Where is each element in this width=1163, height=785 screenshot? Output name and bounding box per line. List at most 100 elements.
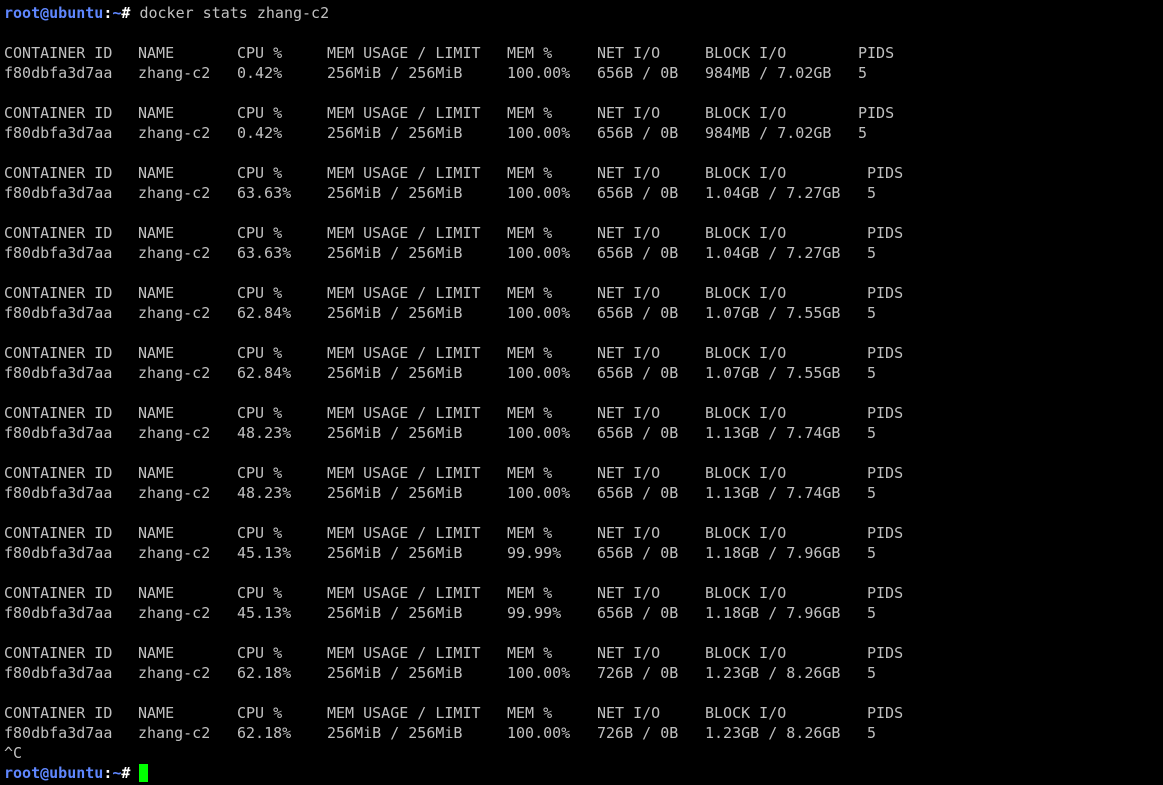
header-mem-pct: MEM % xyxy=(507,704,553,722)
header-pids: PIDS xyxy=(867,404,904,422)
cell-pids: 5 xyxy=(867,604,877,622)
prompt-user-host: root@ubuntu xyxy=(4,4,104,22)
header-cpu: CPU % xyxy=(237,644,283,662)
cell-net-io: 656B / 0B xyxy=(597,244,679,262)
header-container-id: CONTAINER ID xyxy=(4,284,113,302)
header-pids: PIDS xyxy=(858,44,895,62)
header-name: NAME xyxy=(138,104,175,122)
header-mem-pct: MEM % xyxy=(507,584,553,602)
header-pids: PIDS xyxy=(867,464,904,482)
stats-data-row: f80dbfa3d7aa zhang-c2 63.63% 256MiB / 256Mi… xyxy=(4,243,1163,263)
cell-net-io: 656B / 0B xyxy=(597,364,679,382)
cell-pids: 5 xyxy=(867,184,877,202)
header-net-io: NET I/O xyxy=(597,284,661,302)
header-pids: PIDS xyxy=(867,584,904,602)
cell-cpu: 62.18% xyxy=(237,724,292,742)
cell-net-io: 656B / 0B xyxy=(597,544,679,562)
cell-block-io: 1.07GB / 7.55GB xyxy=(705,364,841,382)
header-block-io: BLOCK I/O xyxy=(705,524,787,542)
cell-cpu: 62.18% xyxy=(237,664,292,682)
cell-name: zhang-c2 xyxy=(138,544,211,562)
stats-header-row: CONTAINER ID NAME CPU % MEM USAGE / LIMIT ME… xyxy=(4,343,1163,363)
header-block-io: BLOCK I/O xyxy=(705,404,787,422)
header-cpu: CPU % xyxy=(237,104,283,122)
header-net-io: NET I/O xyxy=(597,584,661,602)
header-block-io: BLOCK I/O xyxy=(705,164,787,182)
active-prompt-line[interactable]: root@ubuntu:~# xyxy=(4,763,1163,783)
header-pids: PIDS xyxy=(858,104,895,122)
cell-mem-usage: 256MiB / 256MiB xyxy=(327,544,463,562)
header-container-id: CONTAINER ID xyxy=(4,704,113,722)
cell-cpu: 45.13% xyxy=(237,544,292,562)
header-name: NAME xyxy=(138,224,175,242)
header-cpu: CPU % xyxy=(237,464,283,482)
header-mem-pct: MEM % xyxy=(507,644,553,662)
cell-mem-usage: 256MiB / 256MiB xyxy=(327,724,463,742)
terminal-window[interactable]: root@ubuntu:~# docker stats zhang-c2 CON… xyxy=(0,0,1163,785)
header-pids: PIDS xyxy=(867,644,904,662)
header-net-io: NET I/O xyxy=(597,404,661,422)
cell-mem-pct: 100.00% xyxy=(507,364,571,382)
cell-cpu: 0.42% xyxy=(237,124,283,142)
cell-cpu: 45.13% xyxy=(237,604,292,622)
header-cpu: CPU % xyxy=(237,584,283,602)
header-mem-pct: MEM % xyxy=(507,164,553,182)
stats-data-row: f80dbfa3d7aa zhang-c2 0.42% 256MiB / 256MiB… xyxy=(4,63,1163,83)
stats-data-row: f80dbfa3d7aa zhang-c2 45.13% 256MiB / 256Mi… xyxy=(4,543,1163,563)
header-container-id: CONTAINER ID xyxy=(4,224,113,242)
header-name: NAME xyxy=(138,704,175,722)
cursor-block[interactable] xyxy=(139,764,149,782)
stats-data-row: f80dbfa3d7aa zhang-c2 0.42% 256MiB / 256MiB… xyxy=(4,123,1163,143)
header-mem-usage: MEM USAGE / LIMIT xyxy=(327,44,481,62)
header-block-io: BLOCK I/O xyxy=(705,44,787,62)
header-cpu: CPU % xyxy=(237,44,283,62)
cell-name: zhang-c2 xyxy=(138,364,211,382)
header-cpu: CPU % xyxy=(237,224,283,242)
header-container-id: CONTAINER ID xyxy=(4,464,113,482)
header-mem-pct: MEM % xyxy=(507,284,553,302)
cell-name: zhang-c2 xyxy=(138,304,211,322)
header-container-id: CONTAINER ID xyxy=(4,584,113,602)
cell-name: zhang-c2 xyxy=(138,64,211,82)
header-name: NAME xyxy=(138,524,175,542)
cell-cpu: 63.63% xyxy=(237,244,292,262)
cell-block-io: 1.13GB / 7.74GB xyxy=(705,484,841,502)
cell-mem-pct: 100.00% xyxy=(507,664,571,682)
header-block-io: BLOCK I/O xyxy=(705,464,787,482)
stats-header-row: CONTAINER ID NAME CPU % MEM USAGE / LIMIT ME… xyxy=(4,583,1163,603)
header-cpu: CPU % xyxy=(237,284,283,302)
cell-net-io: 656B / 0B xyxy=(597,484,679,502)
cell-name: zhang-c2 xyxy=(138,664,211,682)
cell-container-id: f80dbfa3d7aa xyxy=(4,304,113,322)
cell-net-io: 726B / 0B xyxy=(597,664,679,682)
header-net-io: NET I/O xyxy=(597,104,661,122)
cell-block-io: 1.04GB / 7.27GB xyxy=(705,244,841,262)
cell-container-id: f80dbfa3d7aa xyxy=(4,184,113,202)
cell-net-io: 726B / 0B xyxy=(597,724,679,742)
cell-pids: 5 xyxy=(867,724,877,742)
header-mem-usage: MEM USAGE / LIMIT xyxy=(327,704,481,722)
cell-mem-usage: 256MiB / 256MiB xyxy=(327,424,463,442)
header-container-id: CONTAINER ID xyxy=(4,404,113,422)
cell-block-io: 1.18GB / 7.96GB xyxy=(705,544,841,562)
stats-header-row: CONTAINER ID NAME CPU % MEM USAGE / LIMIT ME… xyxy=(4,703,1163,723)
cell-block-io: 1.18GB / 7.96GB xyxy=(705,604,841,622)
stats-output: CONTAINER ID NAME CPU % MEM USAGE / LIMIT ME… xyxy=(4,23,1163,743)
cell-mem-usage: 256MiB / 256MiB xyxy=(327,484,463,502)
stats-header-row: CONTAINER ID NAME CPU % MEM USAGE / LIMIT ME… xyxy=(4,283,1163,303)
cell-net-io: 656B / 0B xyxy=(597,304,679,322)
header-pids: PIDS xyxy=(867,224,904,242)
stats-data-row: f80dbfa3d7aa zhang-c2 63.63% 256MiB / 256Mi… xyxy=(4,183,1163,203)
stats-header-row: CONTAINER ID NAME CPU % MEM USAGE / LIMIT ME… xyxy=(4,43,1163,63)
cell-cpu: 62.84% xyxy=(237,364,292,382)
header-name: NAME xyxy=(138,44,175,62)
cell-mem-usage: 256MiB / 256MiB xyxy=(327,124,463,142)
cell-net-io: 656B / 0B xyxy=(597,64,679,82)
header-container-id: CONTAINER ID xyxy=(4,104,113,122)
stats-data-row: f80dbfa3d7aa zhang-c2 62.84% 256MiB / 256Mi… xyxy=(4,303,1163,323)
